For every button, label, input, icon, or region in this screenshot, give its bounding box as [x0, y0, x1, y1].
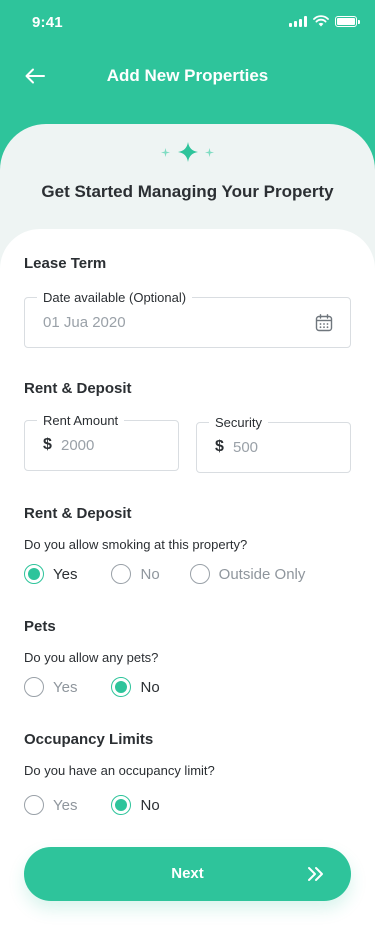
pets-question: Do you allow any pets?: [24, 650, 159, 665]
radio-circle: [111, 795, 132, 815]
smoking-yes-radio[interactable]: Yes: [24, 564, 77, 584]
pets-no-radio[interactable]: No: [111, 677, 160, 697]
smoking-outside-only-radio[interactable]: Outside Only: [189, 564, 306, 584]
pets-options: Yes No: [24, 676, 160, 698]
occupancy-question: Do you have an occupancy limit?: [24, 763, 215, 778]
battery-icon: [335, 15, 360, 27]
security-value: 500: [233, 439, 259, 456]
security-label: Security: [209, 414, 268, 431]
app-header: Add New Properties: [0, 50, 375, 102]
sparkles-decoration: [0, 142, 375, 162]
date-available-label: Date available (Optional): [37, 289, 193, 306]
radio-circle: [189, 564, 210, 584]
wifi-icon: [313, 15, 329, 27]
security-field[interactable]: Security $ 500: [196, 414, 351, 473]
radio-label: No: [140, 796, 160, 814]
calendar-icon[interactable]: [314, 313, 334, 333]
radio-label: Yes: [53, 678, 78, 696]
status-icons: [289, 15, 360, 27]
rent-amount-value: 2000: [61, 437, 95, 454]
radio-circle: [111, 564, 132, 584]
sparkle-icon: [161, 148, 170, 157]
cellular-signal-icon: [289, 15, 307, 27]
security-currency-symbol: $: [215, 438, 224, 455]
smoking-options: Yes No Outside Only: [24, 563, 305, 585]
radio-circle: [111, 677, 132, 697]
next-button[interactable]: Next: [24, 847, 351, 901]
status-time: 9:41: [32, 14, 63, 31]
next-button-label: Next: [171, 865, 204, 882]
radio-label: Outside Only: [218, 565, 306, 583]
radio-circle: [24, 795, 44, 815]
rent-currency-symbol: $: [43, 436, 52, 453]
occupancy-yes-radio[interactable]: Yes: [24, 795, 77, 815]
pets-section-title: Pets: [24, 618, 56, 635]
radio-label: No: [140, 678, 160, 696]
radio-label: Yes: [53, 796, 78, 814]
occupancy-no-radio[interactable]: No: [111, 795, 160, 815]
rent-deposit-title: Rent & Deposit: [24, 380, 132, 397]
double-chevron-right-icon: [308, 867, 323, 881]
smoking-section-title: Rent & Deposit: [24, 505, 132, 522]
smoking-no-radio[interactable]: No: [111, 564, 160, 584]
radio-circle: [24, 564, 44, 584]
radio-label: Yes: [53, 565, 78, 583]
rent-amount-field[interactable]: Rent Amount $ 2000: [24, 412, 179, 471]
occupancy-section-title: Occupancy Limits: [24, 731, 154, 748]
radio-circle: [24, 677, 44, 697]
sparkle-icon: [178, 142, 198, 162]
page-title: Add New Properties: [106, 66, 269, 85]
status-bar: 9:41: [0, 0, 375, 46]
date-available-value: 01 Jua 2020: [43, 314, 126, 331]
smoking-question: Do you allow smoking at this property?: [24, 537, 248, 552]
radio-label: No: [140, 565, 160, 583]
hero-title: Get Started Managing Your Property: [41, 182, 334, 201]
lease-term-title: Lease Term: [24, 255, 107, 272]
pets-yes-radio[interactable]: Yes: [24, 677, 77, 697]
rent-amount-label: Rent Amount: [37, 412, 125, 429]
occupancy-options: Yes No: [24, 794, 160, 816]
sparkle-icon: [205, 148, 214, 157]
date-available-field[interactable]: Date available (Optional) 01 Jua 2020: [24, 289, 351, 348]
